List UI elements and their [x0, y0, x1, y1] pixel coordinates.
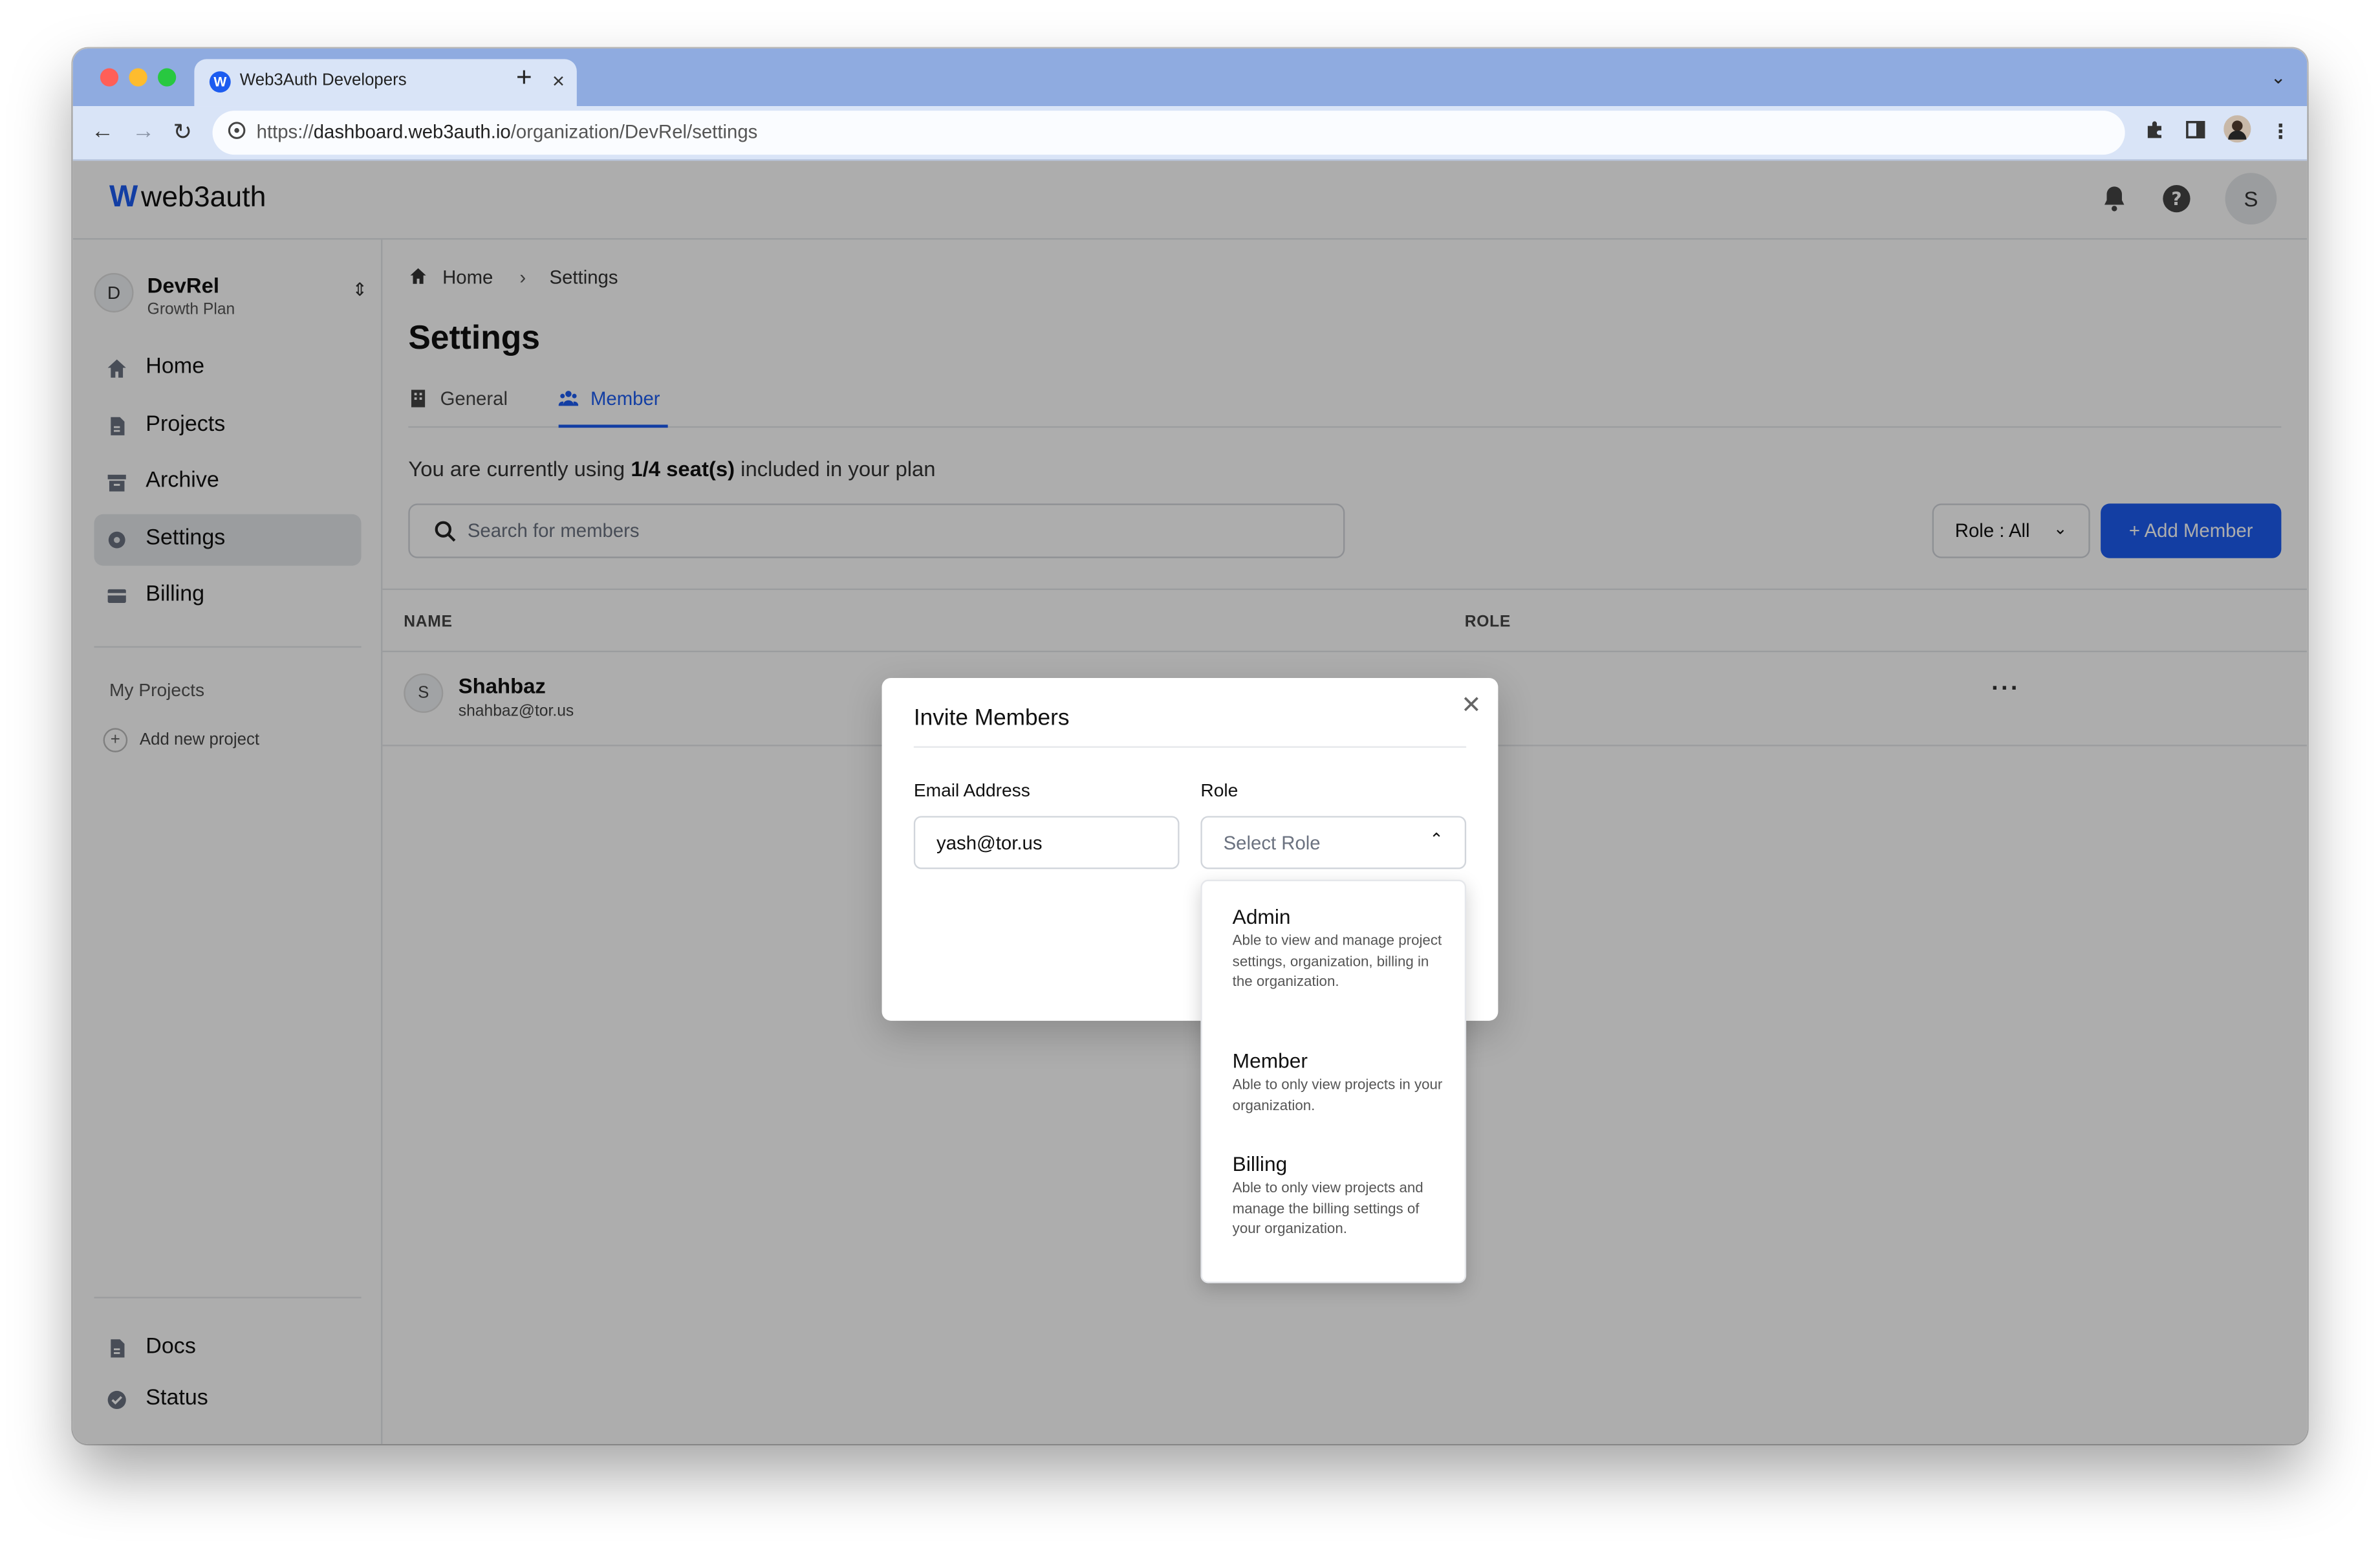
- forward-arrow-icon[interactable]: →: [132, 118, 155, 144]
- app: Wweb3auth ? S D DevRel Growth Plan ⇕ Hom…: [72, 160, 2308, 1444]
- modal-title: Invite Members: [913, 705, 1070, 732]
- close-icon[interactable]: ✕: [1461, 690, 1481, 721]
- address-bar[interactable]: https://dashboard.web3auth.io/organizati…: [212, 111, 2125, 155]
- role-select[interactable]: Select Role ⌃: [1200, 816, 1467, 869]
- reload-icon[interactable]: ↻: [173, 118, 193, 146]
- role-label: Role: [1200, 780, 1239, 801]
- tab-search-chevron-icon[interactable]: ⌄: [2271, 67, 2286, 88]
- chevron-up-icon: ⌃: [1429, 831, 1444, 849]
- role-option-admin[interactable]: Admin Able to view and manage project se…: [1233, 906, 1445, 993]
- role-option-description: Able to view and manage project settings…: [1232, 932, 1442, 990]
- role-option-billing[interactable]: Billing Able to only view projects and m…: [1233, 1153, 1445, 1240]
- close-tab-icon[interactable]: ×: [552, 69, 565, 93]
- browser-toolbar: ← → ↻ https://dashboard.web3auth.io/orga…: [72, 106, 2308, 161]
- browser-window: W Web3Auth Developers × + ⌄ ← → ↻ https:…: [72, 49, 2308, 1444]
- role-option-member[interactable]: Member Able to only view projects in you…: [1233, 1049, 1445, 1116]
- site-info-icon[interactable]: [228, 122, 246, 140]
- role-option-title: Admin: [1232, 905, 1291, 928]
- url-text[interactable]: https://dashboard.web3auth.io/organizati…: [257, 122, 758, 143]
- web3auth-favicon-icon: W: [209, 71, 231, 93]
- profile-avatar-icon[interactable]: [2223, 115, 2251, 147]
- role-dropdown-menu: Admin Able to view and manage project se…: [1200, 879, 1467, 1284]
- role-option-title: Member: [1232, 1049, 1308, 1073]
- modal-divider: [913, 746, 1467, 748]
- maximize-window-button[interactable]: [158, 68, 177, 87]
- extensions-puzzle-icon[interactable]: [2145, 120, 2165, 144]
- minimize-window-button[interactable]: [129, 68, 147, 87]
- role-option-description: Able to only view projects in your organ…: [1232, 1077, 1443, 1115]
- browser-menu-kebab-icon[interactable]: ⋮: [2271, 120, 2291, 144]
- tab-strip: W Web3Auth Developers × + ⌄: [72, 49, 2308, 107]
- new-tab-button[interactable]: +: [516, 62, 532, 94]
- email-label: Email Address: [913, 780, 1030, 801]
- role-option-description: Able to only view projects and manage th…: [1232, 1180, 1423, 1238]
- role-option-title: Billing: [1232, 1152, 1288, 1175]
- tab-title: Web3Auth Developers: [239, 71, 407, 90]
- close-window-button[interactable]: [100, 68, 119, 87]
- email-field[interactable]: yash@tor.us: [913, 816, 1180, 869]
- side-panel-icon[interactable]: [2186, 120, 2206, 144]
- role-select-placeholder: Select Role: [1223, 833, 1321, 854]
- back-arrow-icon[interactable]: ←: [91, 118, 114, 144]
